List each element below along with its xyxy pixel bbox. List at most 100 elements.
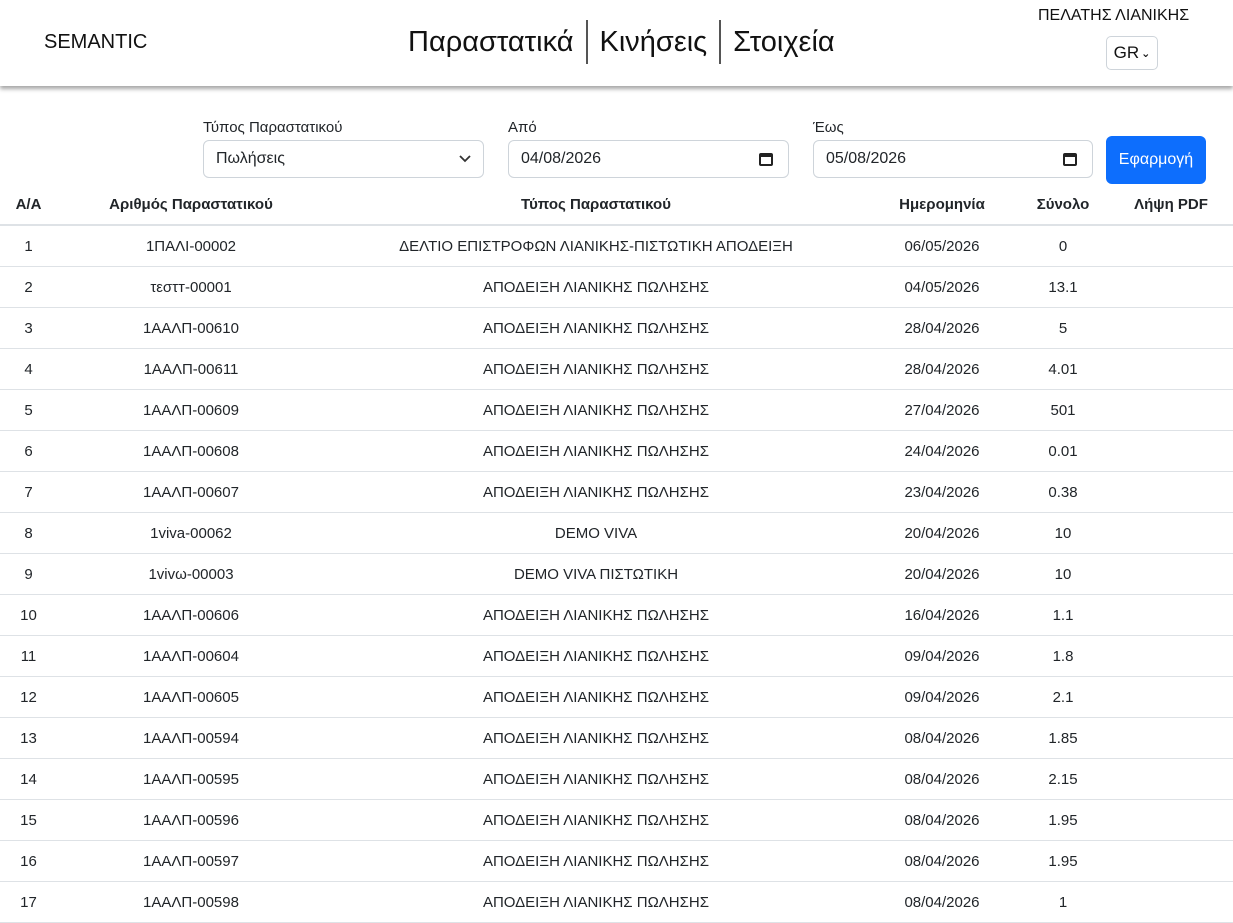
col-date-cell: 23/04/2026 [867,471,1017,513]
col-pdf-cell[interactable] [1109,594,1233,636]
col-index-cell: 4 [0,348,57,390]
col-doc-number-cell: 1ΑΑΛΠ-00607 [57,471,325,513]
col-pdf-cell[interactable] [1109,471,1233,513]
col-doc-number-cell: 1ΠΑΛΙ-00002 [57,225,325,267]
table-row[interactable]: 8 1viva-00062 DEMO VIVA 20/04/2026 10 [0,512,1233,554]
table-row[interactable]: 6 1ΑΑΛΠ-00608 ΑΠΟΔΕΙΞΗ ΛΙΑΝΙΚΗΣ ΠΩΛΗΣΗΣ 24/… [0,430,1233,472]
col-date-cell: 28/04/2026 [867,307,1017,349]
col-date-cell: 08/04/2026 [867,881,1017,923]
col-date-cell: 09/04/2026 [867,635,1017,677]
col-doc-number-cell: 1viva-00062 [57,512,325,554]
table-row[interactable]: 3 1ΑΑΛΠ-00610 ΑΠΟΔΕΙΞΗ ΛΙΑΝΙΚΗΣ ΠΩΛΗΣΗΣ 28/… [0,307,1233,349]
col-date-cell: 08/04/2026 [867,717,1017,759]
table-row[interactable]: 9 1vivω-00003 DEMO VIVA ΠΙΣΤΩΤΙΚΗ 20/04/202… [0,553,1233,595]
col-doc-type-cell: ΑΠΟΔΕΙΞΗ ΛΙΑΝΙΚΗΣ ΠΩΛΗΣΗΣ [325,635,867,677]
col-doc-number-cell: τεστт-00001 [57,266,325,308]
col-doc-number-cell: 1ΑΑΛΠ-00605 [57,676,325,718]
language-select[interactable]: GR ⌄ [1106,36,1158,70]
col-index-cell: 12 [0,676,57,718]
col-date-cell: 08/04/2026 [867,758,1017,800]
col-doc-number-cell: 1ΑΑΛΠ-00611 [57,348,325,390]
main-nav: Παραστατικά Κινήσεις Στοιχεία [396,20,847,64]
col-doc-type-header: Τύπος Παραστατικού [325,184,867,226]
col-doc-type-cell: ΑΠΟΔΕΙΞΗ ΛΙΑΝΙΚΗΣ ΠΩΛΗΣΗΣ [325,266,867,308]
table-row[interactable]: 14 1ΑΑΛΠ-00595 ΑΠΟΔΕΙΞΗ ΛΙΑΝΙΚΗΣ ΠΩΛΗΣΗΣ 08… [0,758,1233,800]
col-doc-type-cell: ΑΠΟΔΕΙΞΗ ΛΙΑΝΙΚΗΣ ΠΩΛΗΣΗΣ [325,307,867,349]
col-doc-type-cell: ΑΠΟΔΕΙΞΗ ΛΙΑΝΙΚΗΣ ΠΩΛΗΣΗΣ [325,799,867,841]
col-total-cell: 1.95 [1017,799,1109,841]
col-pdf-cell[interactable] [1109,225,1233,267]
col-total-cell: 2.15 [1017,758,1109,800]
apply-button[interactable]: Εφαρμογή [1106,136,1206,184]
col-index-cell: 2 [0,266,57,308]
col-index-cell: 9 [0,553,57,595]
col-pdf-cell[interactable] [1109,266,1233,308]
table-row[interactable]: 4 1ΑΑΛΠ-00611 ΑΠΟΔΕΙΞΗ ΛΙΑΝΙΚΗΣ ΠΩΛΗΣΗΣ 28/… [0,348,1233,390]
chevron-down-icon: ⌄ [1141,48,1151,60]
col-total-cell: 0.38 [1017,471,1109,513]
col-doc-number-cell: 1ΑΑΛΠ-00610 [57,307,325,349]
table-row[interactable]: 7 1ΑΑΛΠ-00607 ΑΠΟΔΕΙΞΗ ΛΙΑΝΙΚΗΣ ΠΩΛΗΣΗΣ 23/… [0,471,1233,513]
table-row[interactable]: 10 1ΑΑΛΠ-00606 ΑΠΟΔΕΙΞΗ ΛΙΑΝΙΚΗΣ ΠΩΛΗΣΗΣ 16… [0,594,1233,636]
col-pdf-cell[interactable] [1109,676,1233,718]
col-total-cell: 0.01 [1017,430,1109,472]
from-date-value: 04/08/2026 [521,150,602,167]
col-index-cell: 5 [0,389,57,431]
col-pdf-cell[interactable] [1109,799,1233,841]
table-row[interactable]: 16 1ΑΑΛΠ-00597 ΑΠΟΔΕΙΞΗ ΛΙΑΝΙΚΗΣ ΠΩΛΗΣΗΣ 08… [0,840,1233,882]
from-date-input[interactable]: 04/08/2026 [508,140,789,178]
table-row[interactable]: 1 1ΠΑΛΙ-00002 ΔΕΛΤΙΟ ΕΠΙΣΤΡΟΦΩΝ ΛΙΑΝΙΚΗΣ-Π… [0,225,1233,267]
col-doc-number-cell: 1ΑΑΛΠ-00606 [57,594,325,636]
col-doc-type-cell: ΑΠΟΔΕΙΞΗ ΛΙΑΝΙΚΗΣ ΠΩΛΗΣΗΣ [325,389,867,431]
col-doc-type-cell: ΑΠΟΔΕΙΞΗ ΛΙΑΝΙΚΗΣ ΠΩΛΗΣΗΣ [325,840,867,882]
calendar-icon[interactable] [1063,152,1077,166]
brand-logo[interactable]: SEMANTIC [44,31,147,54]
language-value: GR [1113,43,1140,62]
col-index-cell: 3 [0,307,57,349]
col-pdf-cell[interactable] [1109,840,1233,882]
table-row[interactable]: 13 1ΑΑΛΠ-00594 ΑΠΟΔΕΙΞΗ ΛΙΑΝΙΚΗΣ ΠΩΛΗΣΗΣ 08… [0,717,1233,759]
col-total-cell: 13.1 [1017,266,1109,308]
table-row[interactable]: 11 1ΑΑΛΠ-00604 ΑΠΟΔΕΙΞΗ ΛΙΑΝΙΚΗΣ ΠΩΛΗΣΗΣ 09… [0,635,1233,677]
doc-type-select[interactable]: Πωλήσεις [203,140,484,178]
col-total-cell: 1.8 [1017,635,1109,677]
table-row[interactable]: 15 1ΑΑΛΠ-00596 ΑΠΟΔΕΙΞΗ ΛΙΑΝΙΚΗΣ ΠΩΛΗΣΗΣ 08… [0,799,1233,841]
col-pdf-cell[interactable] [1109,348,1233,390]
col-index-cell: 17 [0,881,57,923]
col-doc-type-cell: ΑΠΟΔΕΙΞΗ ΛΙΑΝΙΚΗΣ ΠΩΛΗΣΗΣ [325,430,867,472]
col-index-cell: 7 [0,471,57,513]
col-total-cell: 1.95 [1017,840,1109,882]
col-pdf-cell[interactable] [1109,430,1233,472]
table-row[interactable]: 2 τεστт-00001 ΑΠΟΔΕΙΞΗ ΛΙΑΝΙΚΗΣ ΠΩΛΗΣΗΣ 04/… [0,266,1233,308]
nav-transactions[interactable]: Κινήσεις [588,20,720,64]
col-pdf-cell[interactable] [1109,758,1233,800]
col-pdf-cell[interactable] [1109,635,1233,677]
nav-details[interactable]: Στοιχεία [721,20,847,64]
col-index-cell: 11 [0,635,57,677]
table-row[interactable]: 12 1ΑΑΛΠ-00605 ΑΠΟΔΕΙΞΗ ΛΙΑΝΙΚΗΣ ΠΩΛΗΣΗΣ 09… [0,676,1233,718]
table-header-row: Α/Α Αριθμός Παραστατικού Τύπος Παραστατικο… [0,184,1233,226]
col-doc-number-cell: 1ΑΑΛΠ-00594 [57,717,325,759]
col-doc-number-cell: 1ΑΑΛΠ-00609 [57,389,325,431]
doc-type-label: Τύπος Παραστατικού [203,119,343,136]
col-pdf-cell[interactable] [1109,512,1233,554]
col-doc-type-cell: DEMO VIVA [325,512,867,554]
col-doc-type-cell: ΑΠΟΔΕΙΞΗ ΛΙΑΝΙΚΗΣ ΠΩΛΗΣΗΣ [325,676,867,718]
table-row[interactable]: 5 1ΑΑΛΠ-00609 ΑΠΟΔΕΙΞΗ ΛΙΑΝΙΚΗΣ ΠΩΛΗΣΗΣ 27/… [0,389,1233,431]
col-date-cell: 28/04/2026 [867,348,1017,390]
col-doc-type-cell: ΑΠΟΔΕΙΞΗ ΛΙΑΝΙΚΗΣ ΠΩΛΗΣΗΣ [325,471,867,513]
table-row[interactable]: 17 1ΑΑΛΠ-00598 ΑΠΟΔΕΙΞΗ ΛΙΑΝΙΚΗΣ ΠΩΛΗΣΗΣ 08… [0,881,1233,923]
calendar-icon[interactable] [759,152,773,166]
col-pdf-cell[interactable] [1109,307,1233,349]
col-pdf-cell[interactable] [1109,717,1233,759]
col-pdf-cell[interactable] [1109,389,1233,431]
to-date-value: 05/08/2026 [826,150,907,167]
doc-type-value: Πωλήσεις [216,150,285,167]
col-doc-type-cell: ΑΠΟΔΕΙΞΗ ΛΙΑΝΙΚΗΣ ΠΩΛΗΣΗΣ [325,758,867,800]
nav-documents[interactable]: Παραστατικά [396,20,586,64]
col-pdf-cell[interactable] [1109,553,1233,595]
col-index-header: Α/Α [0,184,57,226]
col-doc-type-cell: ΑΠΟΔΕΙΞΗ ΛΙΑΝΙΚΗΣ ΠΩΛΗΣΗΣ [325,348,867,390]
to-date-input[interactable]: 05/08/2026 [813,140,1093,178]
col-pdf-cell[interactable] [1109,881,1233,923]
